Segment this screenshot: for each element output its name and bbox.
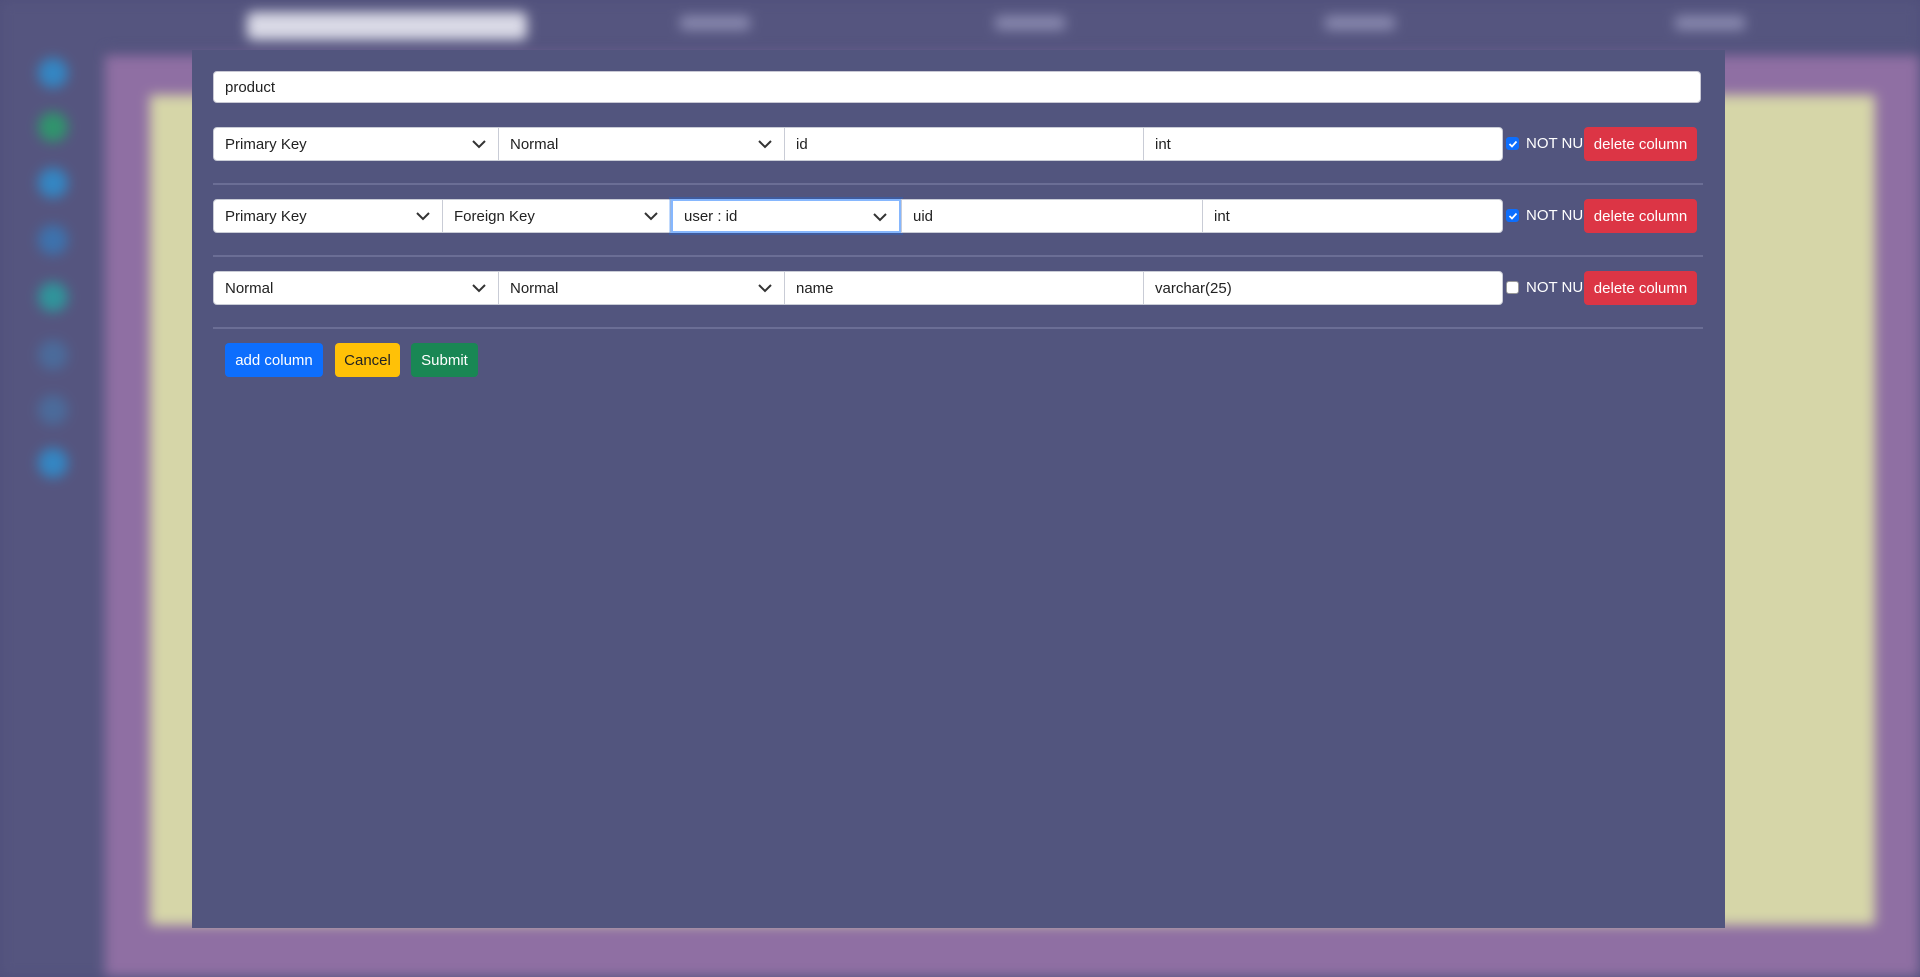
background-nav <box>1325 16 1395 30</box>
column-name-value: name <box>796 279 834 297</box>
fk-type-value: Foreign Key <box>454 207 535 225</box>
column-name-input[interactable]: uid <box>901 199 1203 233</box>
sidebar-icon <box>38 282 68 312</box>
add-column-button[interactable]: add column <box>225 343 323 377</box>
row-divider <box>213 183 1703 185</box>
cancel-button[interactable]: Cancel <box>335 343 400 377</box>
data-type-input[interactable]: int <box>1202 199 1503 233</box>
key-type-value: Normal <box>225 279 274 297</box>
not-null-checkbox[interactable] <box>1506 281 1519 294</box>
check-icon <box>1508 140 1518 148</box>
key-type-select[interactable]: Primary Key <box>213 199 443 233</box>
background-nav <box>680 16 750 30</box>
fk-type-value: Normal <box>510 135 559 153</box>
background-topbar <box>105 0 1920 50</box>
data-type-input[interactable]: varchar(25) <box>1143 271 1503 305</box>
not-null-checkbox[interactable] <box>1506 209 1519 222</box>
chevron-down-icon <box>758 284 772 293</box>
column-name-value: uid <box>913 207 934 225</box>
chevron-down-icon <box>472 140 486 149</box>
column-row: Normal Normal name varchar(25) NOT NULL … <box>213 271 1703 305</box>
sidebar-icon <box>38 168 68 198</box>
data-type-value: varchar(25) <box>1155 279 1232 297</box>
check-icon <box>1508 212 1518 220</box>
table-name-input[interactable] <box>213 71 1701 103</box>
column-name-value: id <box>796 135 808 153</box>
fk-type-select[interactable]: Foreign Key <box>442 199 671 233</box>
data-type-value: int <box>1155 135 1171 153</box>
column-name-input[interactable]: id <box>784 127 1144 161</box>
column-row: Primary Key Normal id int NOT NULL delet… <box>213 127 1703 161</box>
key-type-select[interactable]: Normal <box>213 271 499 305</box>
not-null-checkbox[interactable] <box>1506 137 1519 150</box>
sidebar-icon <box>38 395 68 425</box>
chevron-down-icon <box>873 213 887 222</box>
reference-select[interactable]: user : id <box>671 199 901 233</box>
background-nav <box>1675 16 1745 30</box>
row-divider <box>213 255 1703 257</box>
column-name-input[interactable]: name <box>784 271 1144 305</box>
submit-button[interactable]: Submit <box>411 343 478 377</box>
fk-type-select[interactable]: Normal <box>498 271 785 305</box>
key-type-value: Primary Key <box>225 135 307 153</box>
background-sidebar <box>0 0 105 977</box>
chevron-down-icon <box>416 212 430 221</box>
data-type-input[interactable]: int <box>1143 127 1503 161</box>
reference-value: user : id <box>684 207 738 225</box>
data-type-value: int <box>1214 207 1230 225</box>
background-search <box>247 12 527 40</box>
key-type-value: Primary Key <box>225 207 307 225</box>
background-nav <box>995 16 1065 30</box>
fk-type-value: Normal <box>510 279 559 297</box>
sidebar-icon <box>38 340 68 370</box>
row-divider <box>213 327 1703 329</box>
column-row: Primary Key Foreign Key user : id uid in… <box>213 199 1703 233</box>
delete-column-button[interactable]: delete column <box>1584 199 1697 233</box>
delete-column-button[interactable]: delete column <box>1584 271 1697 305</box>
sidebar-icon <box>38 58 68 88</box>
chevron-down-icon <box>758 140 772 149</box>
sidebar-icon <box>38 112 68 142</box>
fk-type-select[interactable]: Normal <box>498 127 785 161</box>
create-table-modal: Primary Key Normal id int NOT NULL delet… <box>192 50 1725 928</box>
delete-column-button[interactable]: delete column <box>1584 127 1697 161</box>
sidebar-icon <box>38 225 68 255</box>
sidebar-icon <box>38 448 68 478</box>
chevron-down-icon <box>644 212 658 221</box>
key-type-select[interactable]: Primary Key <box>213 127 499 161</box>
chevron-down-icon <box>472 284 486 293</box>
